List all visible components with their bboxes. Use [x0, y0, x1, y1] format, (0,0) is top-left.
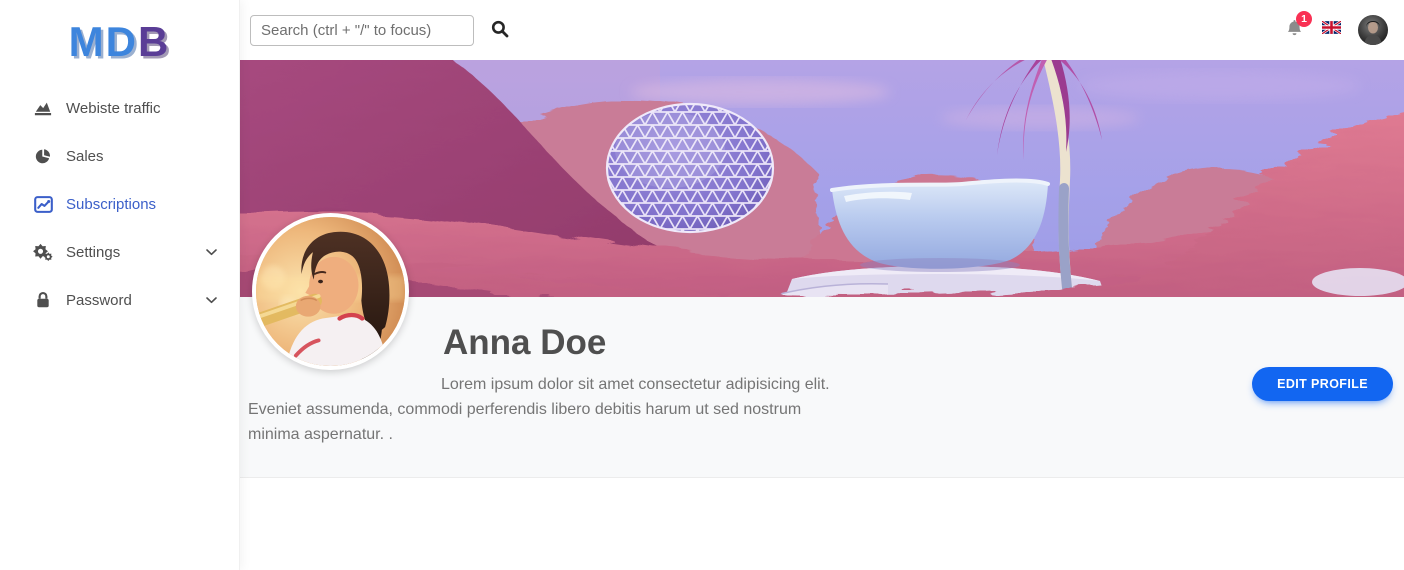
- topbar: 1: [240, 0, 1404, 60]
- sidebar-item-label: Sales: [66, 147, 104, 165]
- content-area: [240, 478, 1404, 570]
- notifications-button[interactable]: 1: [1284, 10, 1312, 44]
- sidebar-item-label: Settings: [66, 243, 121, 261]
- sidebar-item-label: Webiste traffic: [66, 99, 161, 117]
- sidebar-item-label: Password: [66, 291, 132, 309]
- mdb-logo-text-md: MD: [68, 18, 138, 65]
- sidebar-item-sales[interactable]: Sales: [0, 132, 239, 180]
- app-root: MDB Webiste traffic Sales Subscriptions: [0, 0, 1404, 570]
- sidebar: MDB Webiste traffic Sales Subscriptions: [0, 0, 240, 570]
- sidebar-item-settings[interactable]: Settings: [0, 228, 239, 276]
- uk-flag-icon: [1321, 20, 1342, 39]
- notification-badge: 1: [1296, 10, 1312, 27]
- edit-profile-button[interactable]: EDIT PROFILE: [1252, 367, 1393, 401]
- chart-area-icon: [33, 98, 53, 118]
- profile-bio: Lorem ipsum dolor sit amet consectetur a…: [248, 375, 830, 443]
- sidebar-item-website-traffic[interactable]: Webiste traffic: [0, 84, 239, 132]
- profile-section: Anna Doe Lorem ipsum dolor sit amet cons…: [240, 213, 1404, 478]
- search-input[interactable]: [250, 14, 474, 46]
- profile-avatar: [252, 213, 409, 370]
- profile-name: Anna Doe: [443, 323, 607, 362]
- sidebar-item-password[interactable]: Password: [0, 276, 239, 324]
- search-button[interactable]: [487, 16, 513, 45]
- user-avatar[interactable]: [1358, 15, 1388, 45]
- gears-icon: [33, 242, 53, 262]
- sidebar-item-subscriptions[interactable]: Subscriptions: [0, 180, 239, 228]
- sidebar-nav: Webiste traffic Sales Subscriptions Sett…: [0, 84, 239, 324]
- main-area: 1: [240, 0, 1404, 570]
- mdb-logo-text-b: B: [137, 18, 171, 65]
- chevron-down-icon[interactable]: [206, 248, 217, 256]
- sidebar-item-label: Subscriptions: [66, 195, 157, 213]
- chart-line-icon: [33, 194, 53, 214]
- chart-pie-icon: [33, 146, 53, 166]
- language-selector[interactable]: [1321, 20, 1342, 39]
- search-icon: [491, 20, 509, 41]
- profile-banner-image: [240, 60, 1404, 297]
- topbar-right: 1: [1284, 10, 1388, 45]
- mdb-logo[interactable]: MD B: [0, 0, 239, 84]
- lock-icon: [33, 290, 53, 310]
- chevron-down-icon[interactable]: [206, 296, 217, 304]
